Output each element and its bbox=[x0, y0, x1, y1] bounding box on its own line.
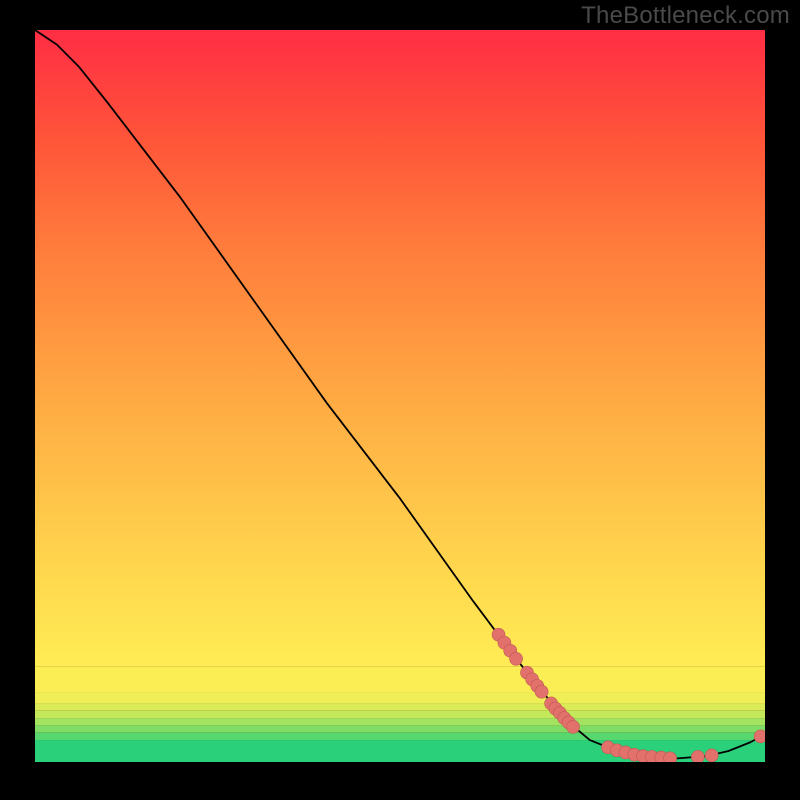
bottleneck-chart bbox=[35, 30, 765, 762]
watermark-text: TheBottleneck.com bbox=[581, 2, 790, 30]
